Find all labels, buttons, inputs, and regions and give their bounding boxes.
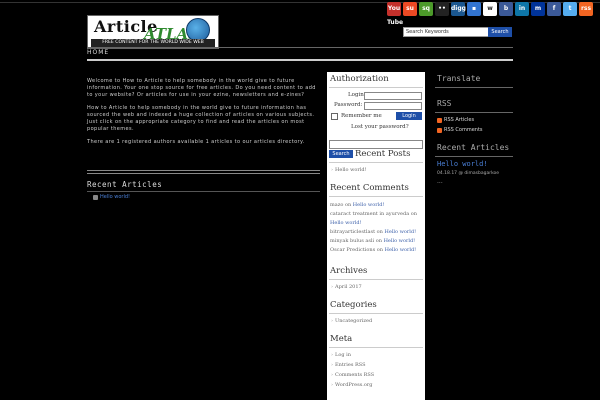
translate-heading: Translate <box>437 74 481 83</box>
recent-posts-line <box>329 162 423 163</box>
recent-comments-list: mazo on Hello world! cataract treatment … <box>330 201 423 255</box>
intro-paragraph-3: There are 1 registered authors available… <box>87 139 305 145</box>
right-recent-more: ... <box>437 178 443 185</box>
right-recent-title[interactable]: Hello world! <box>437 160 488 168</box>
logo-tagline: FREE CONTENT FOR THE WORLD WIDE WEB <box>91 39 215 47</box>
meta-item-comments-rss[interactable]: › Comments RSS <box>331 372 374 378</box>
bookmark-icon[interactable]: b <box>499 2 513 16</box>
linkedin-icon[interactable]: in <box>515 2 529 16</box>
chevron-right-icon: › <box>331 362 333 368</box>
rss-articles-link[interactable]: RSS Articles <box>437 117 474 123</box>
site-logo[interactable]: Article ATLAS FREE CONTENT FOR THE WORLD… <box>87 15 219 49</box>
meta-item-entries-rss[interactable]: › Entries RSS <box>331 362 366 368</box>
login-label: Login: <box>348 92 366 98</box>
translate-line <box>435 87 513 88</box>
comment-item: mazo on Hello world! <box>330 202 385 208</box>
login-input[interactable] <box>364 92 422 100</box>
chevron-right-icon: › <box>331 318 333 324</box>
main-divider-1 <box>87 170 320 171</box>
meta-heading: Meta <box>330 334 353 344</box>
lost-password-link[interactable]: Lost your password? <box>351 124 409 130</box>
right-recent-meta: 04.18.17 @ dimasbagarkoe <box>437 171 500 176</box>
bullet-icon <box>93 194 98 200</box>
comment-item: Oscar Predictions on Hello world! <box>330 247 417 253</box>
meta-item-login[interactable]: › Log in <box>331 352 351 358</box>
meta-item-wordpress[interactable]: › WordPress.org <box>331 382 372 388</box>
archives-heading: Archives <box>330 266 368 276</box>
archives-line <box>329 279 423 280</box>
chevron-right-icon: › <box>331 284 333 290</box>
main-recent-item[interactable]: Hello world! <box>93 194 130 200</box>
delicious-icon[interactable]: ▪ <box>467 2 481 16</box>
nav-home[interactable]: HOME <box>87 49 109 56</box>
recent-comments-line <box>329 196 423 197</box>
rss-line <box>435 112 513 113</box>
chevron-right-icon: › <box>331 167 333 173</box>
categories-heading: Categories <box>330 300 377 310</box>
comment-item: minyak bulus asli on Hello world! <box>330 238 416 244</box>
sidebar-search-button[interactable]: Search <box>329 150 353 158</box>
digg-icon[interactable]: digg <box>451 2 466 16</box>
wikipedia-icon[interactable]: w <box>483 2 497 16</box>
recent-posts-heading: Recent Posts <box>355 149 411 159</box>
stumbleupon-icon[interactable]: su <box>403 2 417 16</box>
myspace-icon[interactable]: m <box>531 2 545 16</box>
intro-paragraph-1: Welcome to How to Article to help somebo… <box>87 78 316 98</box>
twitter-icon[interactable]: t <box>563 2 577 16</box>
intro-paragraph-2: How to Article to help somebody in the w… <box>87 105 315 132</box>
chevron-right-icon: › <box>331 382 333 388</box>
main-divider-2 <box>87 173 320 174</box>
recent-post-item[interactable]: › Hello world! <box>331 167 367 173</box>
header-search-input[interactable]: Search Keywords <box>403 27 489 37</box>
auth-heading: Authorization <box>330 74 389 84</box>
comment-item: cataract treatment in ayurveda on Hello … <box>330 211 418 226</box>
chevron-right-icon: › <box>331 372 333 378</box>
rss-comments-link[interactable]: RSS Comments <box>437 127 483 133</box>
main-recent-heading: Recent Articles <box>87 180 163 189</box>
rss-heading: RSS <box>437 99 452 108</box>
remember-checkbox[interactable] <box>331 113 338 120</box>
chevron-right-icon: › <box>331 352 333 358</box>
youtube-icon[interactable]: You Tube <box>387 2 403 26</box>
header-search-button[interactable]: Search <box>488 27 512 37</box>
squidoo-icon[interactable]: sq <box>419 2 433 16</box>
rss-icon <box>437 127 442 133</box>
rss-feed-icon[interactable]: rss <box>579 2 593 16</box>
facebook-icon[interactable]: f <box>547 2 561 16</box>
recent-comments-heading: Recent Comments <box>330 183 409 193</box>
sidebar-search-input[interactable] <box>329 140 423 149</box>
meta-line <box>329 347 423 348</box>
categories-line <box>329 313 423 314</box>
flickr-icon[interactable]: •• <box>435 2 449 16</box>
category-item[interactable]: › Uncategorized <box>331 318 372 324</box>
auth-line <box>329 87 423 88</box>
nav-bottom-line <box>87 59 513 61</box>
social-icons: You Tube su sq •• digg ▪ w b in m f t rs… <box>387 2 593 26</box>
remember-label: Remember me <box>341 113 382 119</box>
password-label: Password: <box>334 102 363 108</box>
right-recent-heading: Recent Articles <box>437 143 510 152</box>
archive-item[interactable]: › April 2017 <box>331 284 362 290</box>
main-recent-line <box>87 191 320 192</box>
main-content: Welcome to How to Article to help somebo… <box>87 78 320 146</box>
rss-icon <box>437 117 442 123</box>
right-recent-line <box>435 156 513 157</box>
password-input[interactable] <box>364 102 422 110</box>
login-button[interactable]: Login <box>396 112 422 120</box>
nav-top-line <box>87 47 513 48</box>
comment-item: bitrayarticlestlast on Hello world! <box>330 229 417 235</box>
